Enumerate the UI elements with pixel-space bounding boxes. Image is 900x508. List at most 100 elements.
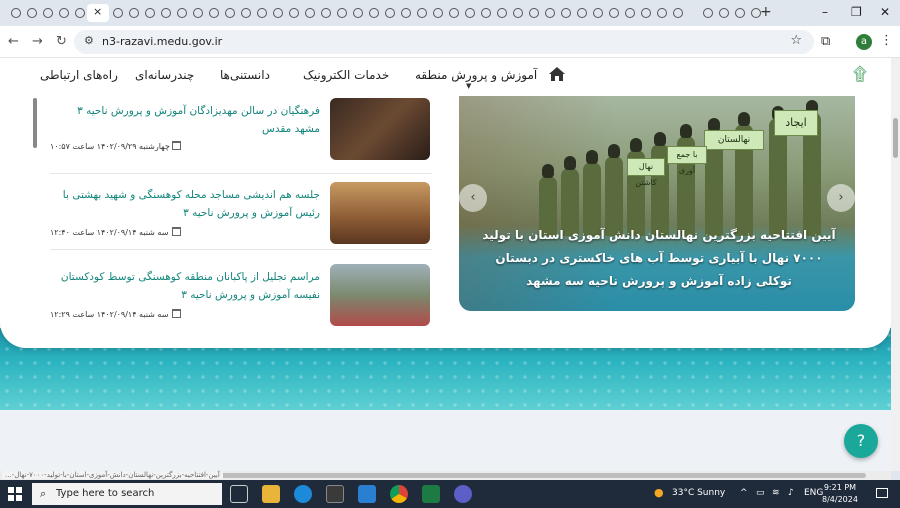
menu-contact[interactable]: راه‌های ارتباطی (40, 68, 118, 82)
browser-tab[interactable] (270, 4, 285, 22)
close-window-button[interactable]: ✕ (880, 5, 890, 19)
minimize-button[interactable]: – (822, 5, 828, 19)
site-info-icon[interactable]: ⚙ (84, 34, 94, 47)
browser-tab[interactable] (8, 4, 23, 22)
browser-tab[interactable] (40, 4, 55, 22)
browser-tab[interactable] (398, 4, 413, 22)
volume-icon[interactable]: ♪ (788, 488, 794, 498)
browser-tab[interactable] (716, 4, 731, 22)
slider-next-button[interactable]: › (827, 184, 855, 212)
edge-icon[interactable] (294, 485, 312, 503)
browser-tab[interactable] (558, 4, 573, 22)
logo-emblem-icon[interactable]: ۩ (848, 64, 872, 88)
maximize-button[interactable]: ❐ (851, 5, 862, 19)
browser-tab[interactable] (430, 4, 445, 22)
chrome-icon[interactable] (390, 485, 408, 503)
menu-eservices[interactable]: خدمات الکترونیک (303, 68, 389, 82)
browser-tab[interactable] (590, 4, 605, 22)
browser-tab[interactable] (606, 4, 621, 22)
wifi-icon[interactable]: ≋ (772, 488, 780, 498)
browser-tab[interactable] (142, 4, 157, 22)
help-chat-button[interactable]: ? (844, 424, 878, 458)
active-tab[interactable]: × (87, 4, 109, 22)
browser-tab[interactable] (158, 4, 173, 22)
browser-tab[interactable] (700, 4, 715, 22)
task-view-icon[interactable] (230, 485, 248, 503)
browser-tab[interactable] (574, 4, 589, 22)
news-thumbnail[interactable] (330, 98, 430, 160)
browser-tab[interactable] (478, 4, 493, 22)
news-title[interactable]: جلسه هم اندیشی مساجد محله کوهسنگی و شهید… (50, 186, 320, 222)
browser-tab[interactable] (350, 4, 365, 22)
browser-tab[interactable] (56, 4, 71, 22)
news-thumbnail[interactable] (330, 182, 430, 244)
taskbar-clock[interactable]: 9:21 PM 8/4/2024 (822, 482, 858, 506)
news-slider[interactable]: ایجاد نهالستان با جمع آوری نهال کاشتن آی… (459, 96, 855, 311)
menu-multimedia[interactable]: چندرسانه‌ای (135, 68, 194, 82)
excel-icon[interactable] (422, 485, 440, 503)
slide-caption[interactable]: آیین افتتاحیه بزرگترین نهالستان دانش آمو… (479, 224, 839, 293)
app-icon[interactable] (454, 485, 472, 503)
url-text[interactable]: n3-razavi.medu.gov.ir (102, 35, 222, 48)
browser-tab[interactable] (254, 4, 269, 22)
browser-tab[interactable] (110, 4, 125, 22)
browser-tab[interactable] (174, 4, 189, 22)
browser-tab[interactable] (302, 4, 317, 22)
battery-icon[interactable]: ▭ (756, 488, 765, 498)
browser-tab[interactable] (126, 4, 141, 22)
browser-tab[interactable] (510, 4, 525, 22)
browser-tab[interactable] (238, 4, 253, 22)
browser-tab[interactable] (286, 4, 301, 22)
language-indicator[interactable]: ENG (804, 488, 823, 498)
browser-tab[interactable] (222, 4, 237, 22)
browser-tab[interactable] (24, 4, 39, 22)
file-explorer-icon[interactable] (262, 485, 280, 503)
menu-knowledge[interactable]: دانستنی‌ها (220, 68, 270, 82)
windows-start-icon[interactable] (8, 487, 22, 501)
list-item[interactable]: فرهنگیان در سالن مهدیزادگان آموزش و پرور… (50, 98, 432, 174)
browser-menu-icon[interactable]: ⋮ (880, 33, 893, 48)
vertical-scrollbar[interactable] (891, 58, 900, 471)
browser-tab[interactable] (190, 4, 205, 22)
slider-prev-button[interactable]: ‹ (459, 184, 487, 212)
menu-region-education[interactable]: آموزش و پرورش منطقه (415, 68, 537, 82)
news-thumbnail[interactable] (330, 264, 430, 326)
news-title[interactable]: مراسم تجلیل از پاکبانان منطقه کوهسنگی تو… (50, 268, 320, 304)
browser-tab[interactable] (72, 4, 87, 22)
tray-chevron-icon[interactable]: ^ (740, 488, 748, 498)
browser-tab[interactable] (382, 4, 397, 22)
profile-avatar[interactable]: a (856, 34, 872, 50)
weather-text[interactable]: 33°C Sunny (672, 488, 725, 498)
new-tab-button[interactable]: + (760, 4, 772, 20)
reload-icon[interactable]: ↻ (56, 34, 67, 49)
browser-tab[interactable] (206, 4, 221, 22)
back-icon[interactable]: ← (8, 34, 19, 49)
store-icon[interactable] (326, 485, 344, 503)
taskbar-search[interactable]: ⌕ Type here to search (32, 483, 222, 505)
browser-tab[interactable] (494, 4, 509, 22)
news-title[interactable]: فرهنگیان در سالن مهدیزادگان آموزش و پرور… (50, 102, 320, 138)
notification-icon[interactable] (876, 488, 888, 498)
browser-tab[interactable] (638, 4, 653, 22)
address-bar[interactable]: ⚙ n3-razavi.medu.gov.ir ☆ (74, 30, 814, 54)
browser-tab[interactable] (318, 4, 333, 22)
home-icon[interactable] (548, 66, 566, 82)
mail-icon[interactable] (358, 485, 376, 503)
forward-icon[interactable]: → (32, 34, 43, 49)
browser-tab[interactable] (526, 4, 541, 22)
list-item[interactable]: جلسه هم اندیشی مساجد محله کوهسنگی و شهید… (50, 174, 432, 250)
bookmark-star-icon[interactable]: ☆ (790, 33, 802, 48)
browser-tab[interactable] (622, 4, 637, 22)
browser-tab[interactable] (334, 4, 349, 22)
browser-tab[interactable] (446, 4, 461, 22)
list-item[interactable]: مراسم تجلیل از پاکبانان منطقه کوهسنگی تو… (50, 250, 432, 326)
close-tab-icon[interactable]: × (93, 5, 102, 18)
browser-tab[interactable] (542, 4, 557, 22)
browser-tab[interactable] (366, 4, 381, 22)
browser-tab[interactable] (732, 4, 747, 22)
extensions-icon[interactable]: ⧉ (821, 34, 830, 49)
browser-tab[interactable] (414, 4, 429, 22)
browser-tab[interactable] (654, 4, 669, 22)
browser-tab[interactable] (462, 4, 477, 22)
browser-tab[interactable] (670, 4, 685, 22)
